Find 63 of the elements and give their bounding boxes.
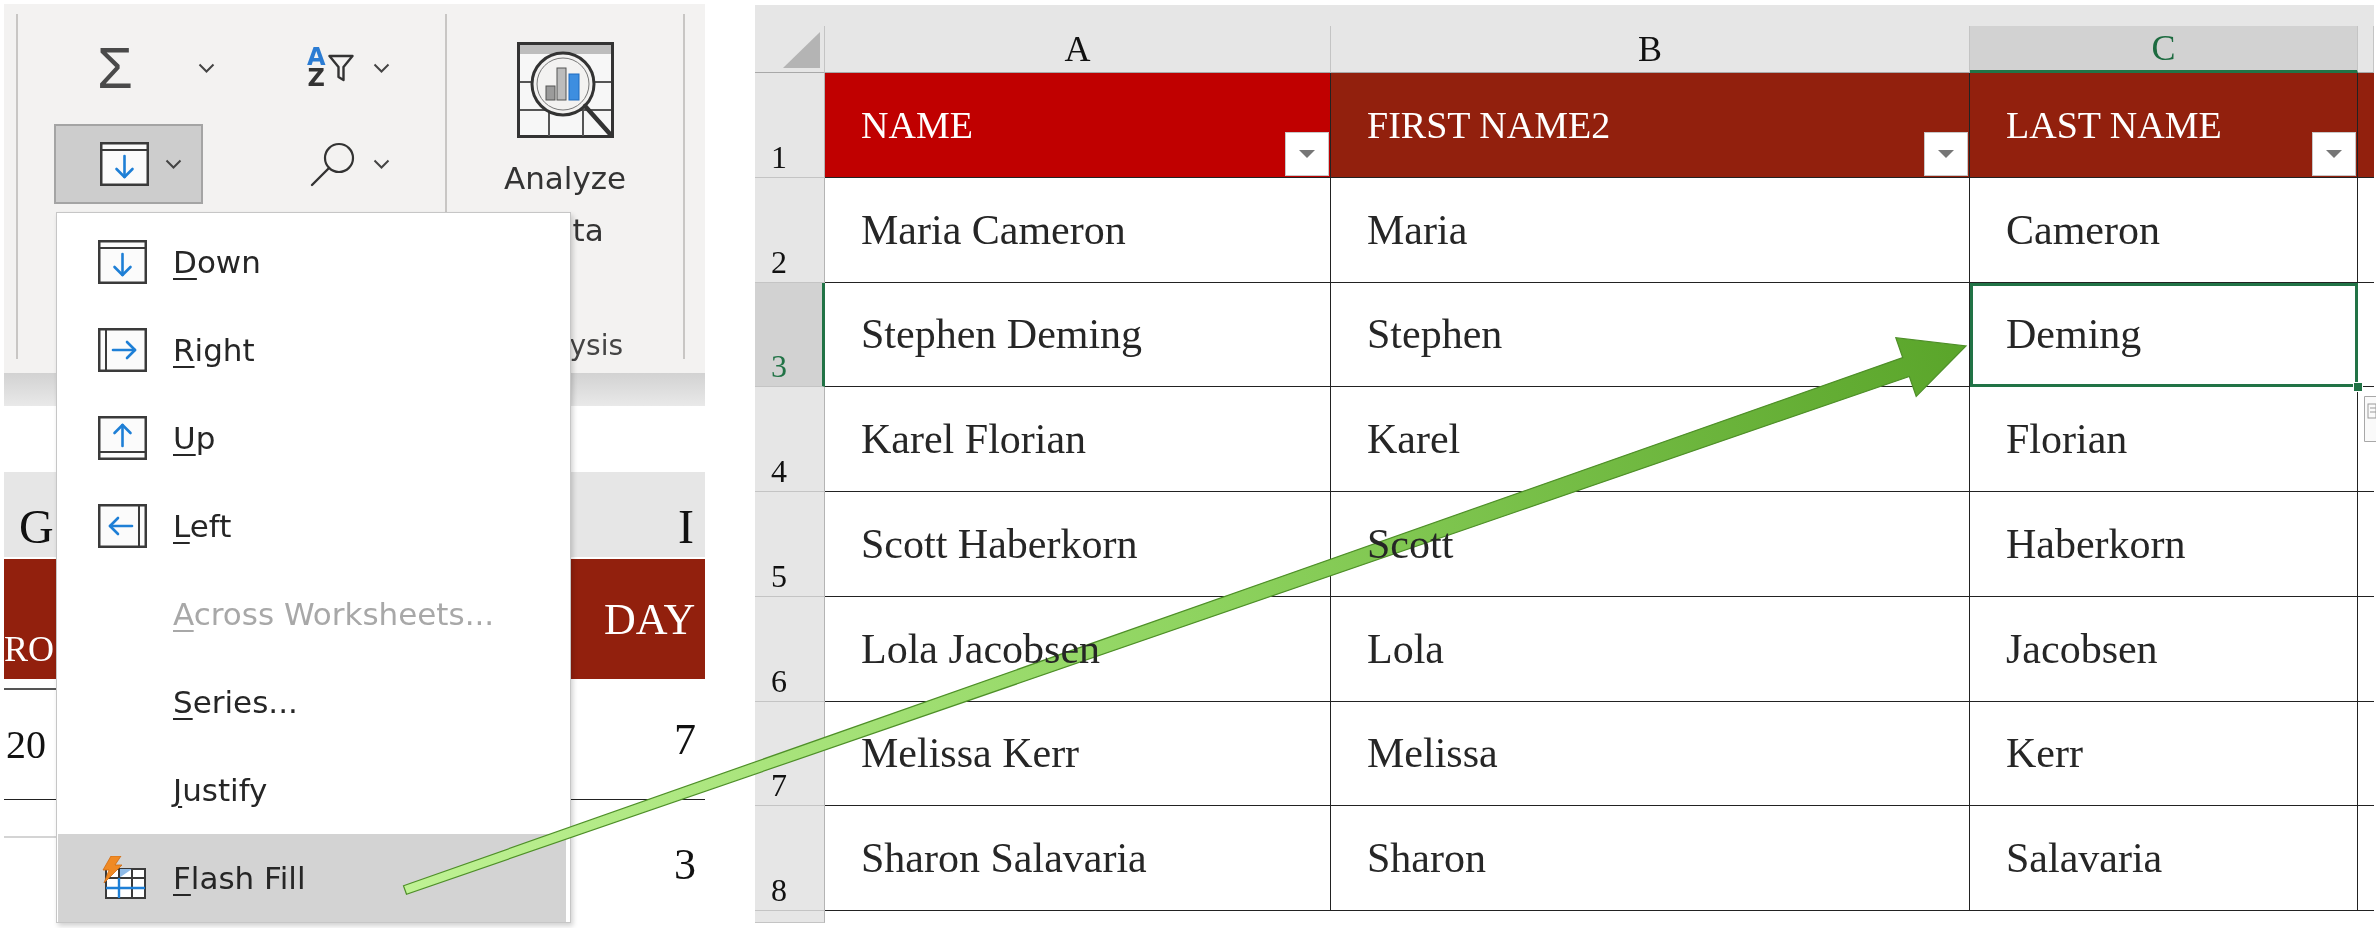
table-cell: Salavaria [1970,806,2358,911]
caret-icon [165,159,182,169]
group-label: ysis [569,329,623,363]
menu-item[interactable]: Right [58,306,566,394]
table-cell: Karel [1331,387,1970,492]
table-cell: Cameron [1970,177,2358,283]
table-cell: Lola [1331,596,1970,702]
table-cell: Kerr [1970,701,2358,807]
menu-item[interactable]: Up [58,394,566,482]
column-title: LAST NAME [2006,102,2222,147]
row-header[interactable]: 4 [755,387,825,492]
caret-icon [2326,149,2342,158]
table-cell-text: 7 [673,713,697,766]
row-header[interactable]: 2 [755,177,825,283]
caret-icon [1299,149,1315,158]
caret-icon [373,63,390,73]
search-icon [309,141,356,187]
funnel-icon [327,54,354,82]
caret-icon [198,63,215,73]
row-header[interactable]: 8 [755,806,825,911]
table-header-cell: DAY [571,559,705,679]
fill-handle[interactable] [2353,382,2363,393]
row-header[interactable]: 1 [755,73,825,178]
table-cell: Maria [1331,177,1970,283]
sort-filter-button[interactable]: A Z [290,28,400,108]
table-cell: Melissa [1331,701,1970,807]
column-title: FIRST NAME2 [1367,102,1611,147]
menu-item[interactable]: Series... [58,658,566,746]
menu-item[interactable]: Flash Fill [58,834,566,922]
corner-cell[interactable] [755,26,825,73]
table-header-cell: RO [4,559,56,679]
column-header[interactable]: B [1331,26,1970,73]
table-cell: Stephen Deming [825,282,1331,388]
column-header: G [4,472,56,557]
column-header: I [571,472,705,557]
column-header[interactable]: C [1970,26,2358,73]
table-cell: Deming [1970,282,2358,388]
table-cell-text: 3 [673,838,697,891]
menu-item[interactable]: Justify [58,746,566,834]
table-cell: Haberkorn [1970,492,2358,597]
caret-icon [373,159,390,169]
table-cell: Scott Haberkorn [825,492,1331,597]
row-header[interactable]: 5 [755,492,825,597]
table-cell: Jacobsen [1970,596,2358,702]
sum-button[interactable]: Σ [54,28,230,108]
menu-item[interactable]: Left [58,482,566,570]
magnifier-chart-icon [516,42,614,138]
filter-button[interactable] [1924,131,1968,176]
table-cell: Karel Florian [825,387,1331,492]
table-cell: Stephen [1331,282,1970,388]
row-header[interactable]: 6 [755,596,825,702]
menu-item[interactable]: Down [58,218,566,306]
table-cell: Sharon Salavaria [825,806,1331,911]
filter-button[interactable] [1285,131,1329,176]
fill-button[interactable] [54,124,203,204]
table-cell: Melissa Kerr [825,701,1331,807]
column-title: NAME [861,102,973,147]
column-header[interactable]: A [825,26,1331,73]
table-cell: Sharon [1331,806,1970,911]
filter-button[interactable] [2312,131,2356,176]
table-cell: Maria Cameron [825,177,1331,283]
row-header[interactable]: 3 [755,282,825,388]
caret-icon [1938,149,1954,158]
